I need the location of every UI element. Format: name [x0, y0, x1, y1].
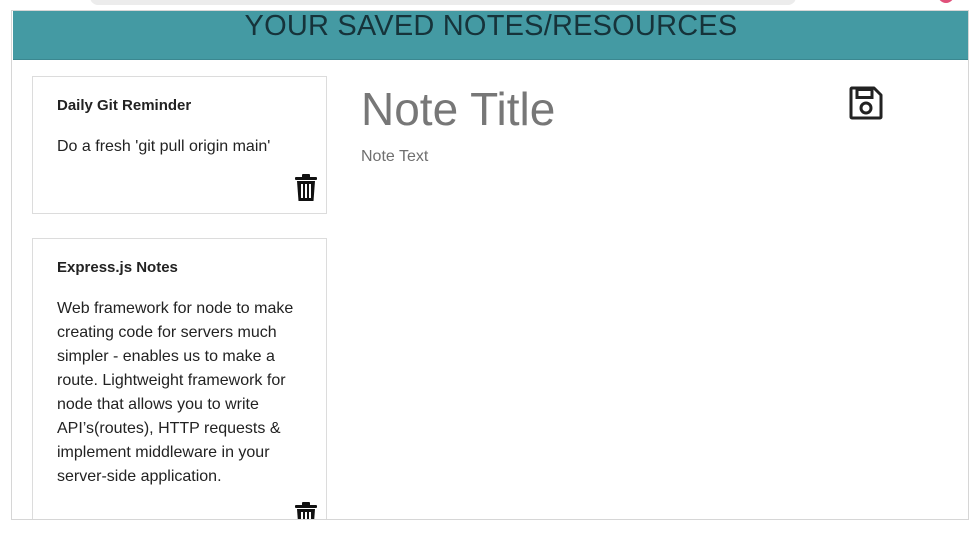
note-card[interactable]: Daily Git Reminder Do a fresh 'git pull … — [32, 76, 327, 214]
trash-icon[interactable] — [294, 502, 318, 519]
note-card-text: Do a fresh 'git pull origin main' — [57, 138, 271, 155]
trash-icon[interactable] — [294, 174, 318, 202]
app-frame: YOUR SAVED NOTES/RESOURCES Daily Git Rem… — [11, 10, 969, 520]
note-editor — [361, 81, 811, 488]
page-header: YOUR SAVED NOTES/RESOURCES — [13, 10, 968, 60]
note-card-text: Web framework for node to make creating … — [57, 300, 294, 485]
save-icon[interactable] — [849, 86, 883, 120]
notes-list: Daily Git Reminder Do a fresh 'git pull … — [32, 76, 328, 519]
page-title: YOUR SAVED NOTES/RESOURCES — [244, 10, 738, 42]
note-card[interactable]: Express.js Notes Web framework for node … — [32, 238, 327, 519]
note-card-title: Daily Git Reminder — [57, 97, 192, 114]
note-title-input[interactable] — [361, 81, 801, 137]
note-card-title: Express.js Notes — [57, 259, 178, 276]
browser-address-bar — [90, 0, 796, 5]
note-text-input[interactable] — [361, 148, 801, 488]
browser-record-indicator — [938, 0, 954, 3]
